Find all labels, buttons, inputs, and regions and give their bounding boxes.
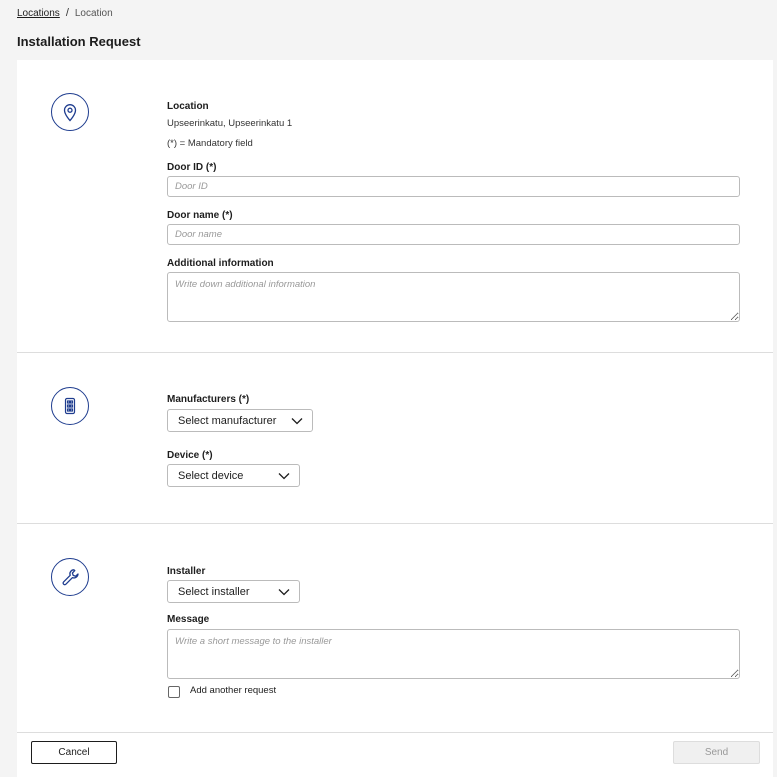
add-another-label: Add another request bbox=[190, 685, 277, 696]
installer-label: Installer bbox=[167, 566, 206, 577]
keypad-icon bbox=[51, 387, 89, 425]
chevron-down-icon bbox=[278, 588, 290, 595]
add-another-checkbox[interactable] bbox=[168, 686, 180, 698]
additional-info-textarea[interactable] bbox=[167, 272, 740, 322]
manufacturers-label: Manufacturers (*) bbox=[167, 394, 250, 405]
device-label: Device (*) bbox=[167, 450, 213, 461]
door-name-label: Door name (*) bbox=[167, 210, 233, 221]
door-id-label: Door ID (*) bbox=[167, 162, 217, 173]
send-button[interactable]: Send bbox=[673, 741, 760, 764]
device-section: Manufacturers (*) Select manufacturer De… bbox=[17, 353, 773, 524]
wrench-icon bbox=[51, 558, 89, 596]
message-label: Message bbox=[167, 614, 210, 625]
device-select-value: Select device bbox=[178, 469, 244, 482]
installation-request-card: Location Upseerinkatu, Upseerinkatu 1 (*… bbox=[17, 60, 773, 777]
cancel-button[interactable]: Cancel bbox=[31, 741, 117, 764]
door-id-input[interactable] bbox=[167, 176, 740, 197]
message-textarea[interactable] bbox=[167, 629, 740, 679]
installer-select[interactable]: Select installer bbox=[167, 580, 300, 603]
chevron-down-icon bbox=[291, 417, 303, 424]
breadcrumb-current: Location bbox=[74, 7, 113, 19]
manufacturer-select-value: Select manufacturer bbox=[178, 414, 277, 427]
location-label: Location bbox=[167, 101, 209, 112]
breadcrumb-link-locations[interactable]: Locations bbox=[17, 8, 60, 19]
breadcrumb-separator: / bbox=[65, 7, 69, 19]
additional-info-label: Additional information bbox=[167, 258, 274, 269]
breadcrumb: Locations / Location bbox=[17, 7, 113, 19]
page-title: Installation Request bbox=[17, 34, 141, 49]
door-name-input[interactable] bbox=[167, 224, 740, 245]
location-section: Location Upseerinkatu, Upseerinkatu 1 (*… bbox=[17, 60, 773, 353]
location-value: Upseerinkatu, Upseerinkatu 1 bbox=[167, 118, 293, 129]
manufacturer-select[interactable]: Select manufacturer bbox=[167, 409, 313, 432]
installer-section: Installer Select installer Message Add a… bbox=[17, 524, 773, 733]
location-pin-icon bbox=[51, 93, 89, 131]
installer-select-value: Select installer bbox=[178, 585, 250, 598]
chevron-down-icon bbox=[278, 472, 290, 479]
device-select[interactable]: Select device bbox=[167, 464, 300, 487]
mandatory-note: (*) = Mandatory field bbox=[167, 138, 253, 149]
